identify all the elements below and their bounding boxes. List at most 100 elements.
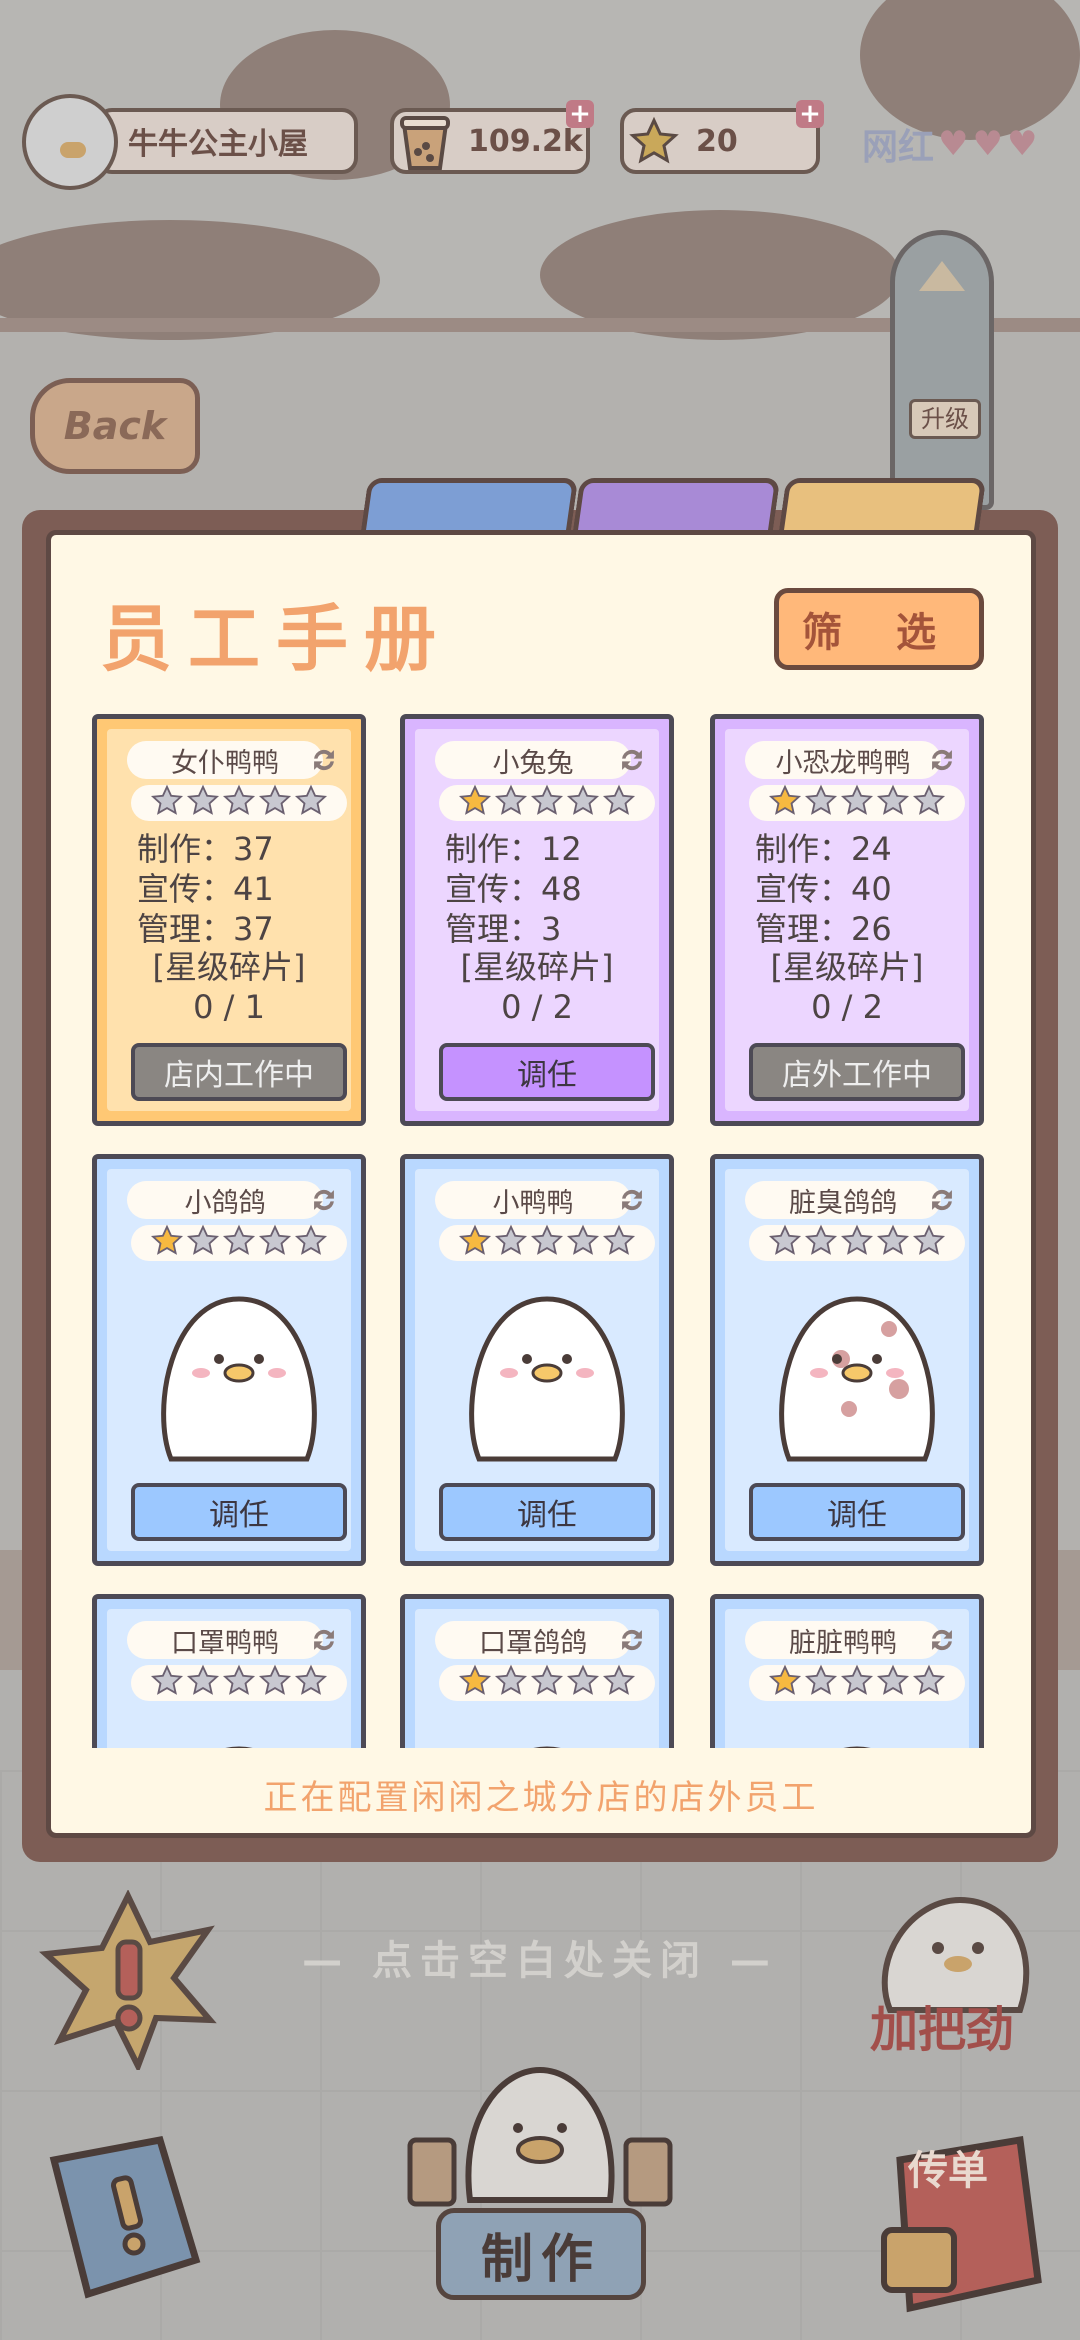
swap-icon[interactable] (307, 1623, 341, 1657)
alert-button[interactable] (38, 1889, 218, 2074)
stat-label: 管理： (137, 910, 234, 948)
add-currency-button[interactable]: + (566, 100, 594, 128)
star-empty-icon (840, 784, 874, 822)
swap-icon[interactable] (307, 1183, 341, 1217)
stat-value: 37 (233, 910, 274, 948)
transfer-button[interactable]: 调任 (439, 1483, 655, 1541)
star-empty-icon (804, 784, 838, 822)
star-empty-icon (768, 1224, 802, 1262)
shards-value: 0 / 2 (501, 988, 573, 1026)
shop-name-pill[interactable]: 牛牛公主小屋 (96, 108, 358, 174)
star-empty-icon (222, 1224, 256, 1262)
swap-icon[interactable] (925, 743, 959, 777)
stat-promo: 宣传：41 (137, 869, 274, 909)
upgrade-arrow-icon (919, 261, 965, 291)
staff-card-body: 脏臭鸽鸽 调任 (725, 1169, 969, 1551)
star-filled-icon (150, 1224, 184, 1262)
config-note: 正在配置闲闲之城分店的店外员工 (263, 1778, 819, 1818)
star-rating (131, 784, 347, 822)
currency-value: 109.2k (468, 123, 583, 159)
work-status-button[interactable]: 店外工作中 (749, 1043, 965, 1101)
staff-stats: 制作：12 宣传：48 管理：3 (445, 829, 582, 949)
transfer-button[interactable]: 调任 (131, 1483, 347, 1541)
back-button[interactable]: Back (30, 378, 200, 474)
stat-manage: 管理：26 (755, 909, 892, 949)
staff-card[interactable]: 小恐龙鸭鸭 制作：24 宣传：40 管理：26 [星级碎片] 0 / 2 店外工作中 (710, 714, 984, 1126)
upgrade-button[interactable]: 升级 (890, 230, 994, 510)
staff-card[interactable]: 脏脏鸭鸭 (710, 1594, 984, 1748)
star-empty-icon (150, 784, 184, 822)
staff-name: 口罩鸭鸭 (127, 1621, 323, 1659)
stat-manage: 管理：37 (137, 909, 274, 949)
staff-card[interactable]: 小鸭鸭调任 (400, 1154, 674, 1566)
stat-value: 40 (851, 870, 892, 908)
transfer-button[interactable]: 调任 (439, 1043, 655, 1101)
stat-value: 26 (851, 910, 892, 948)
star-empty-icon (530, 1224, 564, 1262)
guide-book-button[interactable] (40, 2130, 210, 2310)
staff-card[interactable]: 口罩鸭鸭 (92, 1594, 366, 1748)
star-empty-icon (258, 1224, 292, 1262)
make-button[interactable]: 制作 (436, 2208, 646, 2300)
cheer-label: 加把劲 (870, 2002, 1015, 2058)
star-empty-icon (912, 1664, 946, 1702)
staff-card-body: 口罩鸽鸽 (415, 1609, 659, 1748)
stars-value: 20 (696, 123, 738, 159)
swap-icon[interactable] (307, 743, 341, 777)
staff-name: 小鸭鸭 (435, 1181, 631, 1219)
star-rating (749, 1224, 965, 1262)
star-empty-icon (876, 1664, 910, 1702)
star-empty-icon (186, 1224, 220, 1262)
star-rating (749, 1664, 965, 1702)
swap-icon[interactable] (925, 1623, 959, 1657)
star-empty-icon (566, 1224, 600, 1262)
star-empty-icon (602, 1664, 636, 1702)
star-empty-icon (150, 1664, 184, 1702)
staff-card[interactable]: 小鸽鸽 调任 (92, 1154, 366, 1566)
swap-icon[interactable] (925, 1183, 959, 1217)
shards-label: [星级碎片] (152, 948, 306, 986)
staff-card[interactable]: 小兔兔 制作：12 宣传：48 管理：3 [星级碎片] 0 / 2 调任 (400, 714, 674, 1126)
staff-avatar (439, 1719, 655, 1748)
star-empty-icon (912, 784, 946, 822)
staff-card[interactable]: 脏臭鸽鸽 调任 (710, 1154, 984, 1566)
star-empty-icon (840, 1224, 874, 1262)
work-status-button[interactable]: 店内工作中 (131, 1043, 347, 1101)
star-empty-icon (530, 784, 564, 822)
stat-label: 制作： (445, 830, 542, 868)
shards-label: [星级碎片] (460, 948, 614, 986)
heart-icon: ♥ (938, 124, 969, 164)
staff-stats: 制作：37 宣传：41 管理：37 (137, 829, 274, 949)
star-empty-icon (222, 1664, 256, 1702)
swap-icon[interactable] (615, 743, 649, 777)
staff-name: 口罩鸽鸽 (435, 1621, 631, 1659)
star-empty-icon (258, 1664, 292, 1702)
transfer-button[interactable]: 调任 (749, 1483, 965, 1541)
staff-card[interactable]: 口罩鸽鸽 (400, 1594, 674, 1748)
star-shards: [星级碎片] 0 / 2 (725, 947, 969, 1027)
heart-icon: ♥ (972, 124, 1003, 164)
star-empty-icon (494, 784, 528, 822)
stat-make: 制作：12 (445, 829, 582, 869)
star-filled-icon (458, 1224, 492, 1262)
star-rating (131, 1224, 347, 1262)
heart-icon: ♥ (1006, 124, 1038, 164)
add-stars-button[interactable]: + (796, 100, 824, 128)
star-empty-icon (876, 1224, 910, 1262)
stat-value: 48 (541, 870, 582, 908)
star-shards: [星级碎片] 0 / 1 (107, 947, 351, 1027)
star-rating (749, 784, 965, 822)
star-empty-icon (494, 1224, 528, 1262)
staff-card[interactable]: 女仆鸭鸭 制作：37 宣传：41 管理：37 [星级碎片] 0 / 1 店内工作中 (92, 714, 366, 1126)
star-currency-icon (628, 116, 680, 168)
swap-icon[interactable] (615, 1183, 649, 1217)
stat-manage: 管理：3 (445, 909, 582, 949)
player-avatar[interactable] (22, 94, 118, 190)
swap-icon[interactable] (615, 1623, 649, 1657)
staff-stats: 制作：24 宣传：40 管理：26 (755, 829, 892, 949)
fame-badge[interactable]: 网红 ♥ ♥ ♥ (862, 118, 1037, 170)
filter-button[interactable]: 筛 选 (774, 588, 984, 670)
shards-value: 0 / 1 (193, 988, 265, 1026)
stat-promo: 宣传：48 (445, 869, 582, 909)
star-empty-icon (566, 784, 600, 822)
